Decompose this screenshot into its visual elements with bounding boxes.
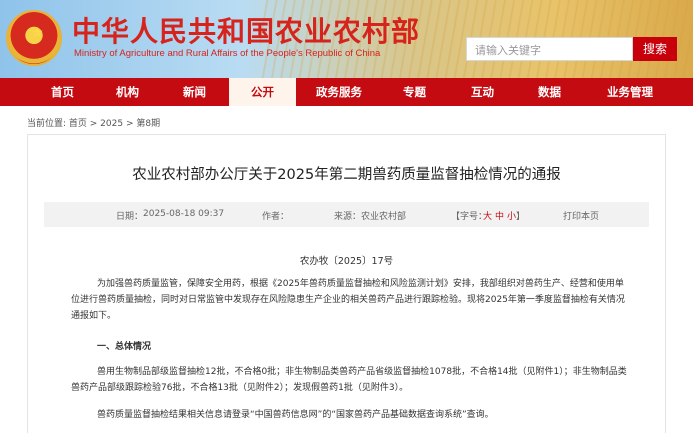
paragraph-intro-text: 为加强兽药质量监管，保障安全用药，根据《2025年兽药质量监督抽检和风险监测计划… (71, 279, 625, 321)
paragraph-intro: 为加强兽药质量监管，保障安全用药，根据《2025年兽药质量监督抽检和风险监测计划… (71, 276, 631, 324)
font-size-bracket: 】 (516, 212, 526, 222)
breadcrumb: 当前位置: 首页 > 2025 > 第8期 (27, 116, 160, 129)
site-title[interactable]: 中华人民共和国农业农村部 (72, 10, 420, 50)
article-title: 农业农村部办公厅关于2025年第二期兽药质量监督抽检情况的通报 (132, 167, 561, 183)
nav-item-services[interactable]: 政务服务 (308, 78, 370, 106)
print-link[interactable]: 打印本页 (563, 209, 599, 222)
author-label: 作者： (262, 212, 290, 222)
nav-item-interaction[interactable]: 互动 (455, 78, 510, 106)
national-emblem-icon[interactable]: ★ (6, 10, 62, 66)
nav-item-business[interactable]: 业务管理 (594, 78, 666, 106)
date-label: 日期： (116, 212, 144, 222)
source-label: 来源： (334, 212, 362, 222)
font-size-medium[interactable]: 中 (495, 209, 504, 222)
site-header: ★ 中华人民共和国农业农村部 Ministry of Agriculture a… (0, 0, 693, 78)
publish-date: 2025-08-18 09:37 (143, 209, 225, 219)
source-value: 农业农村部 (361, 212, 407, 222)
nav-item-data[interactable]: 数据 (522, 78, 577, 106)
breadcrumb-path[interactable]: 首页 > 2025 > 第8期 (69, 119, 160, 129)
nav-item-news[interactable]: 新闻 (167, 78, 222, 106)
main-nav: 首页 机构 新闻 公开 政务服务 专题 互动 数据 业务管理 (0, 78, 693, 106)
paragraph-query: 兽药质量监督抽检结果相关信息请登录“中国兽药信息网”的“国家兽药产品基础数据查询… (71, 407, 631, 423)
search-input[interactable]: 请输入关键字 (466, 37, 633, 61)
paragraph-overview: 兽用生物制品部级监督抽检12批，不合格0批；非生物制品类兽药产品省级监督抽检10… (71, 364, 631, 396)
star-icon: ★ (31, 25, 44, 41)
font-size-large[interactable]: 大 (483, 209, 492, 222)
font-size-label: 【字号： (451, 212, 488, 222)
font-size-small[interactable]: 小 (507, 209, 516, 222)
site-subtitle: Ministry of Agriculture and Rural Affair… (74, 48, 381, 59)
breadcrumb-label: 当前位置: (27, 119, 67, 129)
paragraph-overview-text: 兽用生物制品部级监督抽检12批，不合格0批；非生物制品类兽药产品省级监督抽检10… (71, 367, 627, 393)
nav-item-institutions[interactable]: 机构 (100, 78, 155, 106)
search-button[interactable]: 搜索 (633, 37, 677, 61)
nav-item-topics[interactable]: 专题 (387, 78, 442, 106)
nav-item-public[interactable]: 公开 (229, 78, 296, 106)
document-number: 农办牧〔2025〕17号 (299, 256, 394, 267)
article-meta-bar: 日期： 2025-08-18 09:37 作者： 来源： 农业农村部 【字号： … (44, 202, 649, 227)
section-heading: 一、总体情况 (97, 342, 152, 352)
nav-item-home[interactable]: 首页 (35, 78, 90, 106)
paragraph-query-text: 兽药质量监督抽检结果相关信息请登录“中国兽药信息网”的“国家兽药产品基础数据查询… (97, 410, 494, 420)
